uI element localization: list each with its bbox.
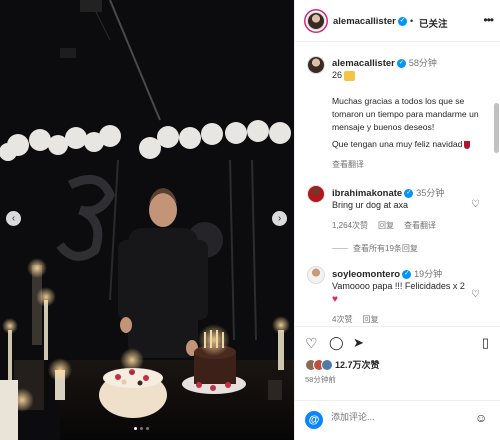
bookmark-save-icon[interactable]: ▯ <box>482 335 489 351</box>
comment-input[interactable] <box>331 412 451 422</box>
view-replies-label[interactable]: 查看所有19条回复 <box>353 244 418 253</box>
comment-time: 19分钟 <box>414 269 443 279</box>
birthday-photo-scene <box>0 0 294 440</box>
commenter-avatar[interactable] <box>307 185 325 203</box>
comment-reply-button[interactable]: 回复 <box>362 315 378 324</box>
comment-text: Bring ur dog at axa <box>332 200 409 210</box>
comment-like-count[interactable]: 1,264次赞 <box>332 221 368 230</box>
caption-header: alemacallister ✓ 58分钟 <box>332 56 437 69</box>
carousel-dot <box>140 427 143 430</box>
view-replies-link[interactable]: 查看所有19条回复 <box>332 243 418 254</box>
caption-wish-line: Que tengan una muy feliz navidad <box>332 139 471 149</box>
threads-icon[interactable]: @ <box>305 411 323 429</box>
post-timestamp: 58分钟前 <box>305 375 336 384</box>
comment-like-heart-icon[interactable]: ♡ <box>471 289 480 300</box>
comments-section[interactable]: alemacallister ✓ 58分钟 26 Muchas gracias a … <box>295 43 500 325</box>
translate-label[interactable]: 查看翻译 <box>332 160 364 169</box>
likes-row[interactable]: 12.7万次赞 <box>305 358 380 371</box>
comment-meta: 4次赞 回复 <box>332 314 388 325</box>
verified-badge-icon: ✓ <box>402 270 412 280</box>
share-send-icon[interactable]: ➤ <box>353 335 364 351</box>
comment-like-count[interactable]: 4次赞 <box>332 315 352 324</box>
emoji-icon-sticker <box>344 70 356 81</box>
more-options-icon[interactable]: ••• <box>483 13 494 27</box>
post-header: alemacallister ✓ • 已关注 ••• <box>295 0 500 42</box>
likes-count[interactable]: 12.7万次赞 <box>335 360 380 370</box>
author-username[interactable]: alemacallister <box>333 16 396 27</box>
commenter-avatar[interactable] <box>307 266 325 284</box>
caption-line-1: 26 <box>332 70 356 81</box>
caption-username[interactable]: alemacallister <box>332 58 395 69</box>
wine-glass-icon <box>464 140 471 149</box>
author-avatar[interactable] <box>307 12 325 30</box>
comment-like-heart-icon[interactable]: ♡ <box>471 199 480 210</box>
caption-translate-link[interactable]: 查看翻译 <box>332 159 364 170</box>
post-actions: ♡ ◯ ➤ ▯ 12.7万次赞 58分钟前 <box>295 326 500 386</box>
separator-dot: • <box>410 16 414 26</box>
comments-scrollbar[interactable] <box>494 103 499 153</box>
comment-username[interactable]: ibrahimakonate <box>332 188 402 199</box>
previous-photo-button[interactable]: ‹ <box>6 211 21 226</box>
comment-header: ibrahimakonate ✓ 35分钟 <box>332 186 444 199</box>
post-photo[interactable]: ‹ › <box>0 0 294 440</box>
comment-bubble-icon[interactable]: ◯ <box>329 335 344 351</box>
comment-meta: 1,264次赞 回复 查看翻译 <box>332 220 446 231</box>
post-side-panel: alemacallister ✓ • 已关注 ••• alemacallister… <box>294 0 500 440</box>
author-name-row: alemacallister ✓ <box>333 16 407 27</box>
verified-badge-icon: ✓ <box>396 59 406 69</box>
liker-avatar <box>321 358 333 371</box>
comment-reply-button[interactable]: 回复 <box>378 221 394 230</box>
caption-wish-text: Que tengan una muy feliz navidad <box>332 139 463 149</box>
verified-badge-icon: ✓ <box>397 16 407 26</box>
caption-text: Muchas gracias a todos los que se tomaro… <box>332 96 479 132</box>
carousel-dots <box>134 427 149 430</box>
emoji-icon[interactable]: ☺ <box>475 411 487 425</box>
verified-badge-icon: ✓ <box>404 189 414 199</box>
comment-header: soyleomontero ✓ 19分钟 <box>332 267 442 280</box>
comment-username[interactable]: soyleomontero <box>332 269 400 280</box>
caption-avatar[interactable] <box>307 56 325 74</box>
caption-time: 58分钟 <box>408 58 437 68</box>
comment-time: 35分钟 <box>416 188 445 198</box>
red-heart-emoji-icon: ♥ <box>332 294 338 305</box>
caption-number: 26 <box>332 70 343 80</box>
carousel-dot <box>134 427 137 430</box>
comment-text: Vamoooo papa !!! Felicidades x 2 <box>332 281 465 291</box>
carousel-dot <box>146 427 149 430</box>
like-heart-icon[interactable]: ♡ <box>305 335 318 352</box>
comment-translate-link[interactable]: 查看翻译 <box>404 221 436 230</box>
add-comment-bar: @ ☺ <box>295 400 500 440</box>
next-photo-button[interactable]: › <box>272 211 287 226</box>
following-button[interactable]: 已关注 <box>419 16 448 30</box>
